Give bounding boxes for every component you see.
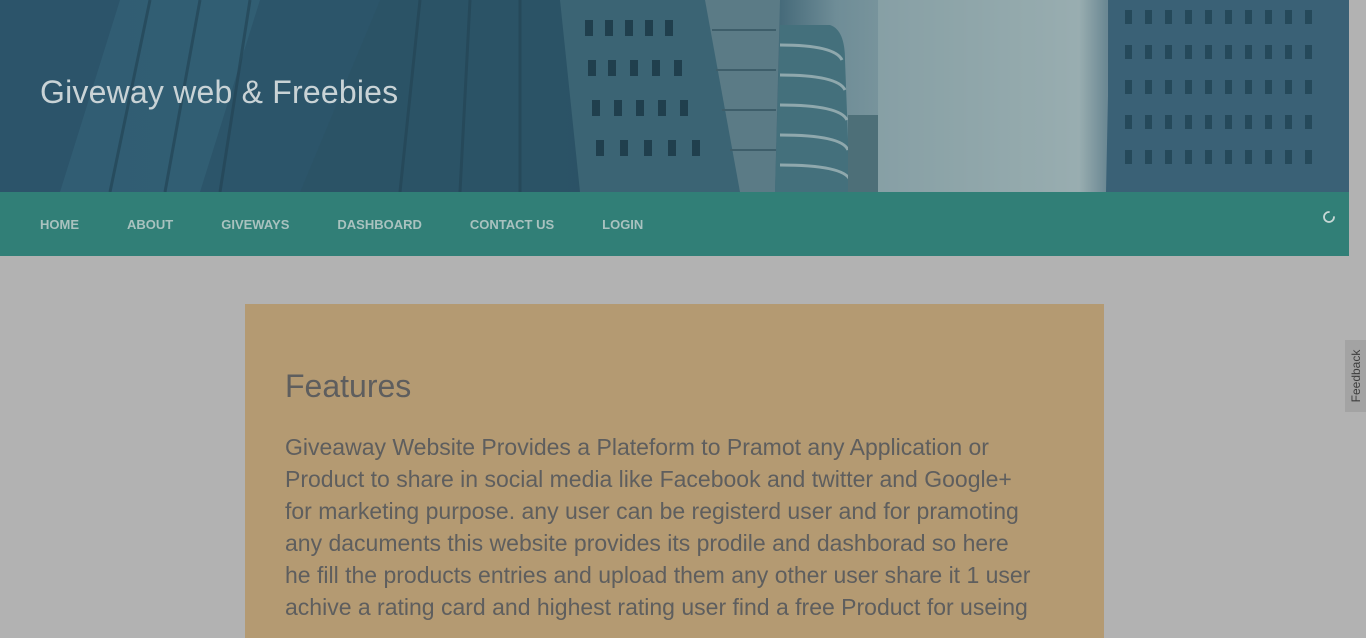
- nav-list: HOME ABOUT GIVEWAYS DASHBOARD CONTACT US…: [40, 192, 691, 256]
- features-line: Giveaway Website Provides a Plateform to…: [285, 434, 989, 460]
- features-title: Features: [285, 368, 412, 404]
- site-title: Giveway web & Freebies: [40, 74, 399, 110]
- features-card: Features Giveaway Website Provides a Pla…: [245, 304, 1104, 638]
- page: Giveway web & Freebies HOME ABOUT GIVEWA…: [0, 0, 1366, 638]
- nav-dashboard[interactable]: DASHBOARD: [337, 217, 422, 232]
- nav-contact-us[interactable]: CONTACT US: [470, 217, 554, 232]
- nav-login[interactable]: LOGIN: [602, 217, 643, 232]
- features-line: Product to share in social media like Fa…: [285, 466, 1012, 492]
- features-line: he fill the products entries and upload …: [285, 562, 1031, 588]
- features-line: any dacuments this website provides its …: [285, 530, 1009, 556]
- features-line: for marketing purpose. any user can be r…: [285, 498, 1019, 524]
- header-banner: Giveway web & Freebies: [0, 0, 1349, 192]
- nav-home[interactable]: HOME: [40, 217, 79, 232]
- nav-giveways[interactable]: GIVEWAYS: [221, 217, 289, 232]
- features-line: achive a rating card and highest rating …: [285, 594, 1028, 620]
- feedback-tab[interactable]: Feedback: [1345, 340, 1366, 412]
- feedback-label: Feedback: [1348, 349, 1363, 403]
- main-navbar: HOME ABOUT GIVEWAYS DASHBOARD CONTACT US…: [0, 192, 1349, 256]
- scrollbar-track[interactable]: [1349, 0, 1366, 638]
- features-description: Giveaway Website Provides a Plateform to…: [285, 431, 1075, 623]
- nav-about[interactable]: ABOUT: [127, 217, 173, 232]
- loading-spinner-icon: [1323, 211, 1335, 223]
